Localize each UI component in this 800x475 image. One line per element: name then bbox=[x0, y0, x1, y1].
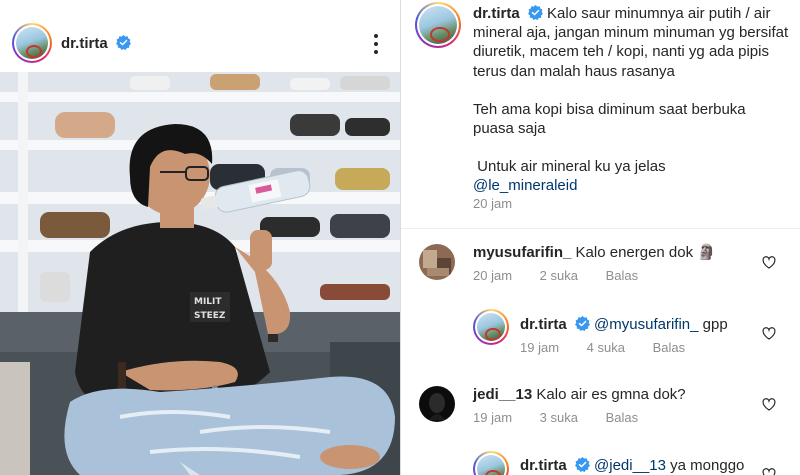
verified-badge-icon bbox=[574, 457, 590, 472]
post-header: dr.tirta bbox=[0, 0, 400, 72]
reply-button[interactable]: Balas bbox=[606, 410, 639, 425]
comment-timestamp: 19 jam bbox=[473, 410, 513, 425]
heart-icon[interactable] bbox=[762, 398, 776, 411]
caption: dr.tirta Kalo saur minumnya air putih / … bbox=[473, 4, 789, 196]
comments-panel: dr.tirta Kalo saur minumnya air putih / … bbox=[401, 0, 800, 475]
heart-icon[interactable] bbox=[762, 468, 776, 475]
verified-badge-icon bbox=[527, 5, 543, 20]
reply-likes[interactable]: 4 suka bbox=[587, 340, 625, 355]
author-name-row: dr.tirta bbox=[61, 35, 132, 53]
caption-avatar[interactable] bbox=[415, 2, 461, 48]
reply-username[interactable]: dr.tirta bbox=[520, 457, 567, 474]
comment-likes[interactable]: 3 suka bbox=[540, 410, 578, 425]
reply-mention[interactable]: @myusufarifin_ bbox=[594, 316, 698, 333]
caption-timestamp: 20 jam bbox=[473, 196, 513, 211]
comment-1-meta: 20 jam 2 suka Balas bbox=[473, 268, 662, 283]
author-avatar[interactable] bbox=[12, 23, 52, 63]
reply-button[interactable]: Balas bbox=[606, 268, 639, 283]
comment-2-meta: 19 jam 3 suka Balas bbox=[473, 410, 662, 425]
heart-icon[interactable] bbox=[762, 256, 776, 269]
comment-likes[interactable]: 2 suka bbox=[540, 268, 578, 283]
caption-text-2: Teh ama kopi bisa diminum saat berbuka p… bbox=[473, 100, 746, 138]
verified-badge-icon bbox=[574, 316, 590, 331]
svg-text:MILIT: MILIT bbox=[194, 297, 222, 307]
reply-text: gpp bbox=[702, 316, 728, 333]
moai-emoji-icon: 🗿 bbox=[697, 244, 716, 261]
caption-mention[interactable]: @le_mineraleid bbox=[473, 177, 577, 194]
post-photo[interactable]: MILIT STEEZ bbox=[0, 72, 400, 475]
reply-mention[interactable]: @jedi__13 bbox=[594, 457, 666, 474]
caption-username[interactable]: dr.tirta bbox=[473, 5, 520, 22]
comment-username[interactable]: myusufarifin_ bbox=[473, 244, 571, 261]
reply-1: dr.tirta @myusufarifin_ gpp bbox=[520, 315, 728, 334]
author-username[interactable]: dr.tirta bbox=[61, 35, 108, 52]
more-options-icon[interactable] bbox=[368, 34, 384, 54]
heart-icon[interactable] bbox=[762, 327, 776, 340]
comment-text: Kalo energen dok bbox=[575, 244, 694, 261]
caption-text-3: Untuk air mineral ku ya jelas bbox=[477, 158, 666, 176]
svg-text:STEEZ: STEEZ bbox=[194, 311, 226, 321]
reply-username[interactable]: dr.tirta bbox=[520, 316, 567, 333]
comment-text: Kalo air es gmna dok? bbox=[536, 386, 686, 403]
reply-1-meta: 19 jam 4 suka Balas bbox=[520, 340, 709, 355]
reply-timestamp: 19 jam bbox=[520, 340, 560, 355]
reply-2: dr.tirta @jedi__13 ya monggo bbox=[520, 456, 744, 475]
caption-text-1: Kalo saur minumnya air putih / air miner… bbox=[473, 5, 789, 80]
reply-button[interactable]: Balas bbox=[653, 340, 686, 355]
commenter-avatar[interactable] bbox=[419, 386, 455, 422]
caption-divider bbox=[401, 228, 800, 229]
verified-badge-icon bbox=[116, 35, 132, 50]
comment-timestamp: 20 jam bbox=[473, 268, 513, 283]
comment-2: jedi__13 Kalo air es gmna dok? bbox=[473, 385, 686, 404]
reply-avatar[interactable] bbox=[473, 309, 509, 345]
reply-text: ya monggo bbox=[670, 457, 745, 474]
commenter-avatar[interactable] bbox=[419, 244, 455, 280]
post-panel: dr.tirta MILIT STEEZ bbox=[0, 0, 400, 475]
comment-1: myusufarifin_ Kalo energen dok 🗿 bbox=[473, 243, 716, 262]
reply-avatar[interactable] bbox=[473, 451, 509, 475]
comment-username[interactable]: jedi__13 bbox=[473, 386, 532, 403]
